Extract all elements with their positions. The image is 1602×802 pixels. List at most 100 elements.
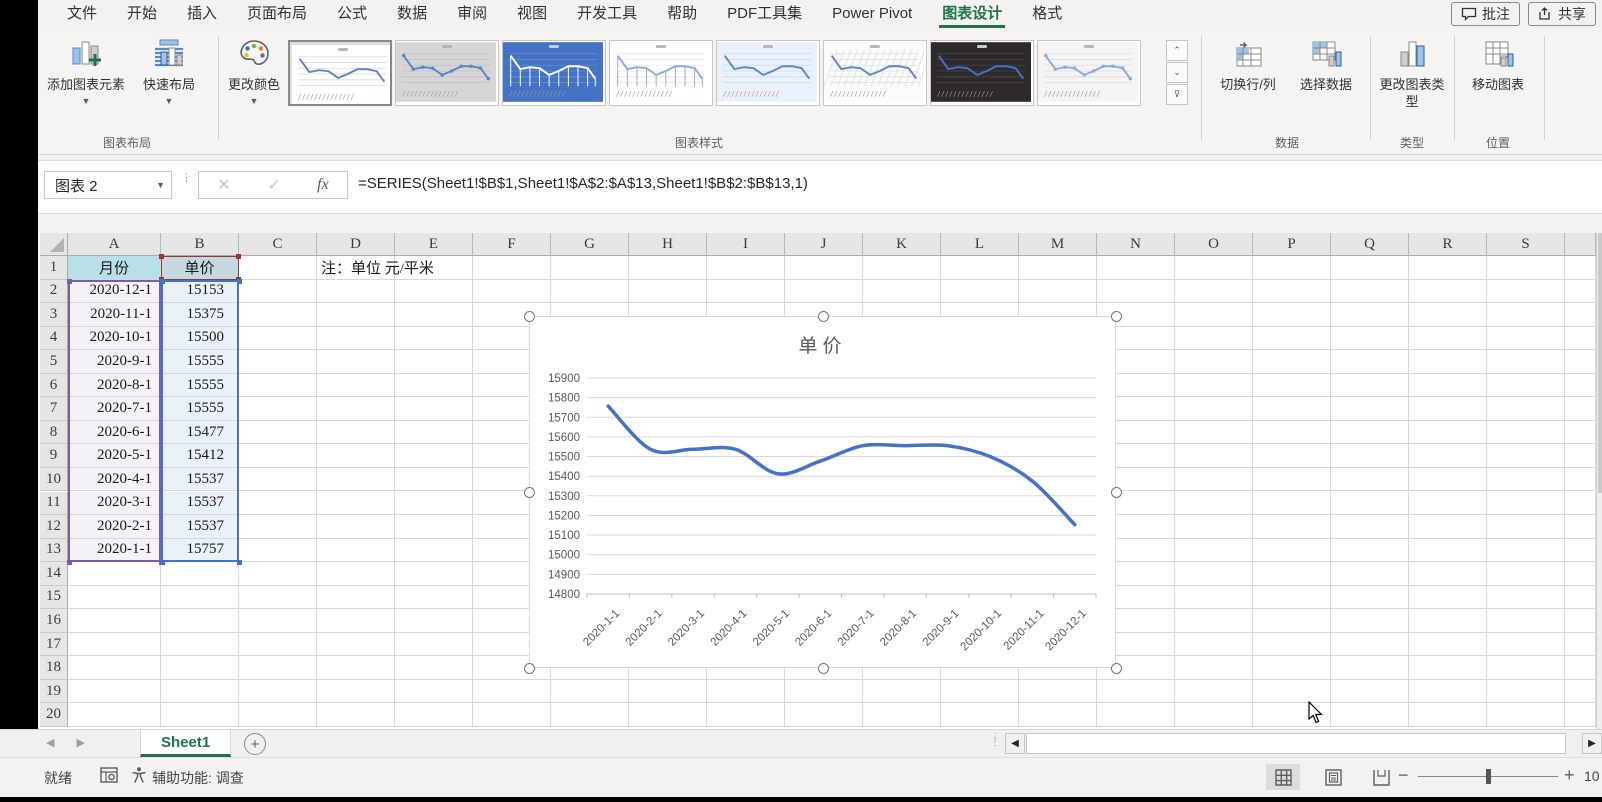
column-header-D[interactable]: D: [317, 233, 395, 256]
cell-partial-13[interactable]: [1565, 539, 1596, 563]
menu-tab-3[interactable]: 页面布局: [232, 0, 322, 28]
zoom-slider-thumb[interactable]: [1486, 769, 1491, 784]
sheet-nav-arrows[interactable]: ◀▶: [46, 736, 107, 749]
cell-I20[interactable]: [707, 703, 785, 727]
cell-Q18[interactable]: [1331, 656, 1409, 680]
cell-D16[interactable]: [317, 609, 395, 633]
cell-D14[interactable]: [317, 562, 395, 586]
cell-P7[interactable]: [1253, 397, 1331, 421]
row-header-16[interactable]: 16: [40, 609, 68, 633]
row-header-4[interactable]: 4: [40, 327, 68, 351]
cell-O6[interactable]: [1175, 374, 1253, 398]
cell-O12[interactable]: [1175, 515, 1253, 539]
chart-style-4[interactable]: //////////////: [609, 40, 713, 106]
cell-R5[interactable]: [1409, 350, 1487, 374]
cell-O13[interactable]: [1175, 539, 1253, 563]
cell-D8[interactable]: [317, 421, 395, 445]
cell-M20[interactable]: [1019, 703, 1097, 727]
cell-A13[interactable]: 2020-1-1: [68, 539, 161, 563]
cell-S13[interactable]: [1487, 539, 1565, 563]
cell-S14[interactable]: [1487, 562, 1565, 586]
chart-resize-handle-1[interactable]: [818, 311, 829, 322]
menu-tab-1[interactable]: 开始: [112, 0, 172, 28]
cell-C18[interactable]: [239, 656, 317, 680]
cell-R13[interactable]: [1409, 539, 1487, 563]
cell-C4[interactable]: [239, 327, 317, 351]
cell-L19[interactable]: [941, 680, 1019, 704]
column-header-A[interactable]: A: [68, 233, 161, 256]
cell-C12[interactable]: [239, 515, 317, 539]
cell-Q17[interactable]: [1331, 633, 1409, 657]
row-header-6[interactable]: 6: [40, 374, 68, 398]
column-header-Q[interactable]: Q: [1331, 233, 1409, 256]
cell-D19[interactable]: [317, 680, 395, 704]
cell-G20[interactable]: [551, 703, 629, 727]
cell-H20[interactable]: [629, 703, 707, 727]
column-header-H[interactable]: H: [629, 233, 707, 256]
cell-R9[interactable]: [1409, 444, 1487, 468]
menu-tab-9[interactable]: 帮助: [652, 0, 712, 28]
cell-P15[interactable]: [1253, 586, 1331, 610]
cell-D10[interactable]: [317, 468, 395, 492]
row-header-8[interactable]: 8: [40, 421, 68, 445]
share-button[interactable]: 共享: [1528, 2, 1596, 26]
cell-A19[interactable]: [68, 680, 161, 704]
cell-B4[interactable]: 15500: [161, 327, 239, 351]
cell-H19[interactable]: [629, 680, 707, 704]
cell-S19[interactable]: [1487, 680, 1565, 704]
cell-C11[interactable]: [239, 492, 317, 516]
cell-R7[interactable]: [1409, 397, 1487, 421]
name-box-dropdown-icon[interactable]: ▼: [156, 180, 165, 190]
cell-D6[interactable]: [317, 374, 395, 398]
cell-A17[interactable]: [68, 633, 161, 657]
cell-A1[interactable]: 月份: [68, 256, 161, 280]
cell-K1[interactable]: [863, 256, 941, 280]
cell-S15[interactable]: [1487, 586, 1565, 610]
change-chart-type-button[interactable]: 更改图表类型: [1376, 38, 1448, 110]
cell-B6[interactable]: 15555: [161, 374, 239, 398]
cell-D12[interactable]: [317, 515, 395, 539]
row-header-14[interactable]: 14: [40, 562, 68, 586]
cell-Q7[interactable]: [1331, 397, 1409, 421]
chart-resize-handle-4[interactable]: [1111, 487, 1122, 498]
cell-P4[interactable]: [1253, 327, 1331, 351]
cell-C9[interactable]: [239, 444, 317, 468]
cell-B2[interactable]: 15153: [161, 280, 239, 304]
cell-R1[interactable]: [1409, 256, 1487, 280]
chart-style-8[interactable]: //////////////: [1037, 40, 1141, 106]
row-header-9[interactable]: 9: [40, 444, 68, 468]
cell-M2[interactable]: [1019, 280, 1097, 304]
cell-R20[interactable]: [1409, 703, 1487, 727]
menu-tab-5[interactable]: 数据: [382, 0, 442, 28]
cell-Q1[interactable]: [1331, 256, 1409, 280]
cell-O15[interactable]: [1175, 586, 1253, 610]
cell-E17[interactable]: [395, 633, 473, 657]
add-sheet-button[interactable]: +: [244, 733, 266, 755]
name-box[interactable]: 图表 2 ▼: [44, 171, 172, 199]
cell-E19[interactable]: [395, 680, 473, 704]
cell-E7[interactable]: [395, 397, 473, 421]
cell-E14[interactable]: [395, 562, 473, 586]
cell-O18[interactable]: [1175, 656, 1253, 680]
cell-A5[interactable]: 2020-9-1: [68, 350, 161, 374]
cell-K19[interactable]: [863, 680, 941, 704]
cell-C13[interactable]: [239, 539, 317, 563]
column-header-C[interactable]: C: [239, 233, 317, 256]
cell-partial-19[interactable]: [1565, 680, 1596, 704]
cell-partial-15[interactable]: [1565, 586, 1596, 610]
cell-E4[interactable]: [395, 327, 473, 351]
cell-O11[interactable]: [1175, 492, 1253, 516]
cell-R8[interactable]: [1409, 421, 1487, 445]
cell-D3[interactable]: [317, 303, 395, 327]
cell-R2[interactable]: [1409, 280, 1487, 304]
cell-J20[interactable]: [785, 703, 863, 727]
cell-B13[interactable]: 15757: [161, 539, 239, 563]
cell-E2[interactable]: [395, 280, 473, 304]
cell-R11[interactable]: [1409, 492, 1487, 516]
formula-input[interactable]: =SERIES(Sheet1!$B$1,Sheet1!$A$2:$A$13,Sh…: [358, 175, 808, 192]
status-accessibility[interactable]: 辅助功能: 调查: [152, 768, 244, 788]
cell-partial-2[interactable]: [1565, 280, 1596, 304]
cell-Q19[interactable]: [1331, 680, 1409, 704]
cell-B10[interactable]: 15537: [161, 468, 239, 492]
cell-E3[interactable]: [395, 303, 473, 327]
